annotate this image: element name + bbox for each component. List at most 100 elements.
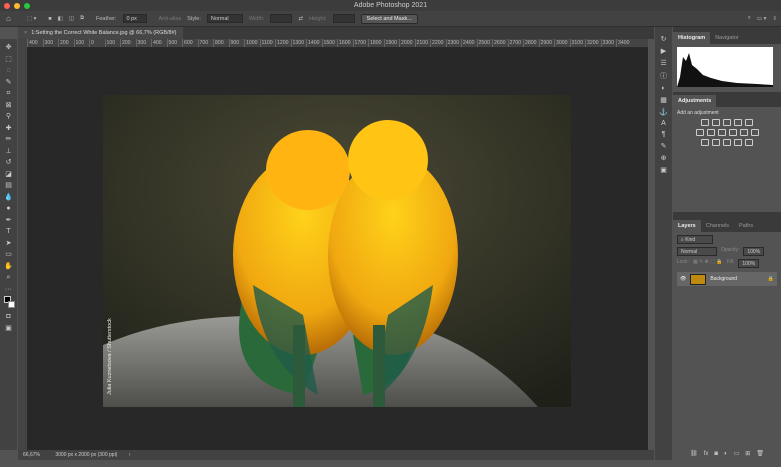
swap-icon[interactable]: ⇄	[298, 16, 303, 22]
tab-navigator[interactable]: Navigator	[710, 32, 744, 44]
exposure-adjustment-icon[interactable]	[734, 119, 742, 126]
vibrance-adjustment-icon[interactable]	[745, 119, 753, 126]
dodge-tool-icon[interactable]: ●	[4, 204, 14, 214]
color-swatches-icon[interactable]	[3, 296, 15, 310]
width-input[interactable]	[270, 14, 293, 23]
fill-input[interactable]: 100%	[738, 259, 760, 268]
layer-kind-filter[interactable]: ⌕ Kind	[677, 235, 713, 244]
black-white-adjustment-icon[interactable]	[717, 129, 726, 136]
paragraph-icon[interactable]: ¶	[662, 131, 666, 138]
minimize-window-button[interactable]	[14, 3, 20, 9]
share-icon[interactable]: ⇪	[772, 16, 777, 22]
add-selection-icon[interactable]: ◧	[58, 16, 63, 22]
zoom-tool-icon[interactable]: ⌕	[4, 273, 14, 283]
photo-filter-adjustment-icon[interactable]	[728, 129, 737, 136]
parrots-photo[interactable]: Julia Kuznetsova / Shutterstock	[103, 95, 571, 407]
hand-tool-icon[interactable]: ✋	[4, 262, 14, 272]
tab-adjustments[interactable]: Adjustments	[673, 95, 717, 107]
status-menu-arrow[interactable]: ›	[129, 452, 131, 458]
ruler-tick: 2300	[445, 39, 460, 47]
threshold-adjustment-icon[interactable]	[723, 139, 731, 146]
pen-tool-icon[interactable]: ✒	[4, 216, 14, 226]
screen-mode-icon[interactable]: ▣	[4, 324, 14, 334]
workspace-icon[interactable]: ▭ ▾	[757, 16, 767, 22]
ruler-tick: 800	[213, 39, 229, 47]
search-icon[interactable]: ⌕	[748, 15, 751, 22]
info-icon[interactable]: ⓘ	[660, 71, 667, 81]
quick-select-tool-icon[interactable]: ✎	[4, 78, 14, 88]
color-lookup-adjustment-icon[interactable]	[750, 129, 759, 136]
posterize-adjustment-icon[interactable]	[712, 139, 720, 146]
close-tab-icon[interactable]: ×	[24, 30, 27, 36]
home-icon[interactable]: ⌂	[6, 14, 11, 23]
tab-layers[interactable]: Layers	[673, 220, 701, 232]
character-icon[interactable]: A	[661, 120, 666, 127]
new-selection-icon[interactable]: ■	[48, 16, 51, 22]
close-window-button[interactable]	[4, 3, 10, 9]
visibility-eye-icon[interactable]: 👁	[680, 276, 686, 282]
anti-alias-checkbox[interactable]: Anti-alias	[159, 16, 182, 22]
gradient-map-adjustment-icon[interactable]	[734, 139, 742, 146]
eraser-tool-icon[interactable]: ◪	[4, 170, 14, 180]
blend-mode-select[interactable]: Normal	[677, 247, 717, 256]
libraries-icon[interactable]: ⚓	[659, 108, 668, 116]
tab-histogram[interactable]: Histogram	[673, 32, 711, 44]
levels-adjustment-icon[interactable]	[712, 119, 720, 126]
select-and-mask-button[interactable]: Select and Mask...	[360, 13, 418, 24]
quick-mask-icon[interactable]: ◘	[4, 312, 14, 322]
add-mask-icon[interactable]: ◙	[714, 448, 718, 460]
history-icon[interactable]: ↻	[661, 35, 667, 43]
delete-layer-icon[interactable]: 🗑	[756, 448, 764, 460]
curves-adjustment-icon[interactable]	[723, 119, 731, 126]
new-adjustment-icon[interactable]: ◐	[724, 448, 728, 460]
frame-tool-icon[interactable]: ⊠	[4, 101, 14, 111]
brush-tool-icon[interactable]: ✏	[4, 135, 14, 145]
move-tool-icon[interactable]: ✥	[4, 43, 14, 53]
color-balance-adjustment-icon[interactable]	[706, 129, 715, 136]
gradient-tool-icon[interactable]: ▤	[4, 181, 14, 191]
history-brush-tool-icon[interactable]: ↺	[4, 158, 14, 168]
brightness-adjustment-icon[interactable]	[701, 119, 709, 126]
color-icon[interactable]: ◐	[661, 85, 665, 92]
actions-icon[interactable]: ▶	[661, 47, 666, 55]
invert-adjustment-icon[interactable]	[701, 139, 709, 146]
tab-paths[interactable]: Paths	[734, 220, 758, 232]
new-layer-icon[interactable]: ⊞	[745, 448, 750, 460]
subtract-selection-icon[interactable]: ◫	[69, 16, 74, 22]
glyphs-icon[interactable]: ▣	[660, 166, 667, 174]
clone-source-icon[interactable]: ⊕	[661, 154, 667, 162]
new-group-icon[interactable]: ▭	[734, 448, 740, 460]
brushes-icon[interactable]: ✎	[661, 142, 667, 150]
eyedropper-tool-icon[interactable]: ⚲	[4, 112, 14, 122]
more-tools-icon[interactable]: ···	[4, 285, 14, 295]
path-select-tool-icon[interactable]: ➤	[4, 239, 14, 249]
marquee-tool-icon[interactable]: ⬚	[4, 55, 14, 65]
style-select[interactable]: Normal	[206, 14, 243, 23]
maximize-window-button[interactable]	[24, 3, 30, 9]
opacity-input[interactable]: 100%	[743, 247, 765, 256]
intersect-selection-icon[interactable]: ⧉	[80, 15, 84, 22]
channel-mixer-adjustment-icon[interactable]	[739, 129, 748, 136]
layer-row-background[interactable]: 👁 Background 🔒	[677, 272, 777, 286]
properties-icon[interactable]: ☰	[660, 59, 666, 67]
healing-tool-icon[interactable]: ✚	[4, 124, 14, 134]
crop-tool-icon[interactable]: ⌗	[4, 89, 14, 99]
layer-style-icon[interactable]: fx	[704, 448, 709, 460]
link-layers-icon[interactable]: ⛓	[690, 448, 698, 460]
zoom-level[interactable]: 66,67%	[23, 452, 40, 458]
add-adjustment-label: Add an adjustment	[677, 110, 719, 116]
type-tool-icon[interactable]: T	[4, 227, 14, 237]
clone-stamp-tool-icon[interactable]: ⊥	[4, 147, 14, 157]
marquee-tool-preset[interactable]: ⬚ ▾	[27, 16, 37, 22]
height-input[interactable]	[332, 14, 355, 23]
lasso-tool-icon[interactable]: ◌	[4, 66, 14, 76]
lock-icons[interactable]: ▦ ✎ ✥ ⬚ 🔒	[693, 259, 723, 268]
selective-color-adjustment-icon[interactable]	[745, 139, 753, 146]
feather-input[interactable]: 0 px	[122, 14, 147, 23]
swatches-icon[interactable]: ▦	[660, 96, 667, 104]
tab-channels[interactable]: Channels	[701, 220, 734, 232]
document-tab[interactable]: × 1:Setting the Correct White Balance.jpg…	[18, 27, 183, 39]
blur-tool-icon[interactable]: 💧	[4, 193, 14, 203]
hue-saturation-adjustment-icon[interactable]	[695, 129, 704, 136]
shape-tool-icon[interactable]: ▭	[4, 250, 14, 260]
